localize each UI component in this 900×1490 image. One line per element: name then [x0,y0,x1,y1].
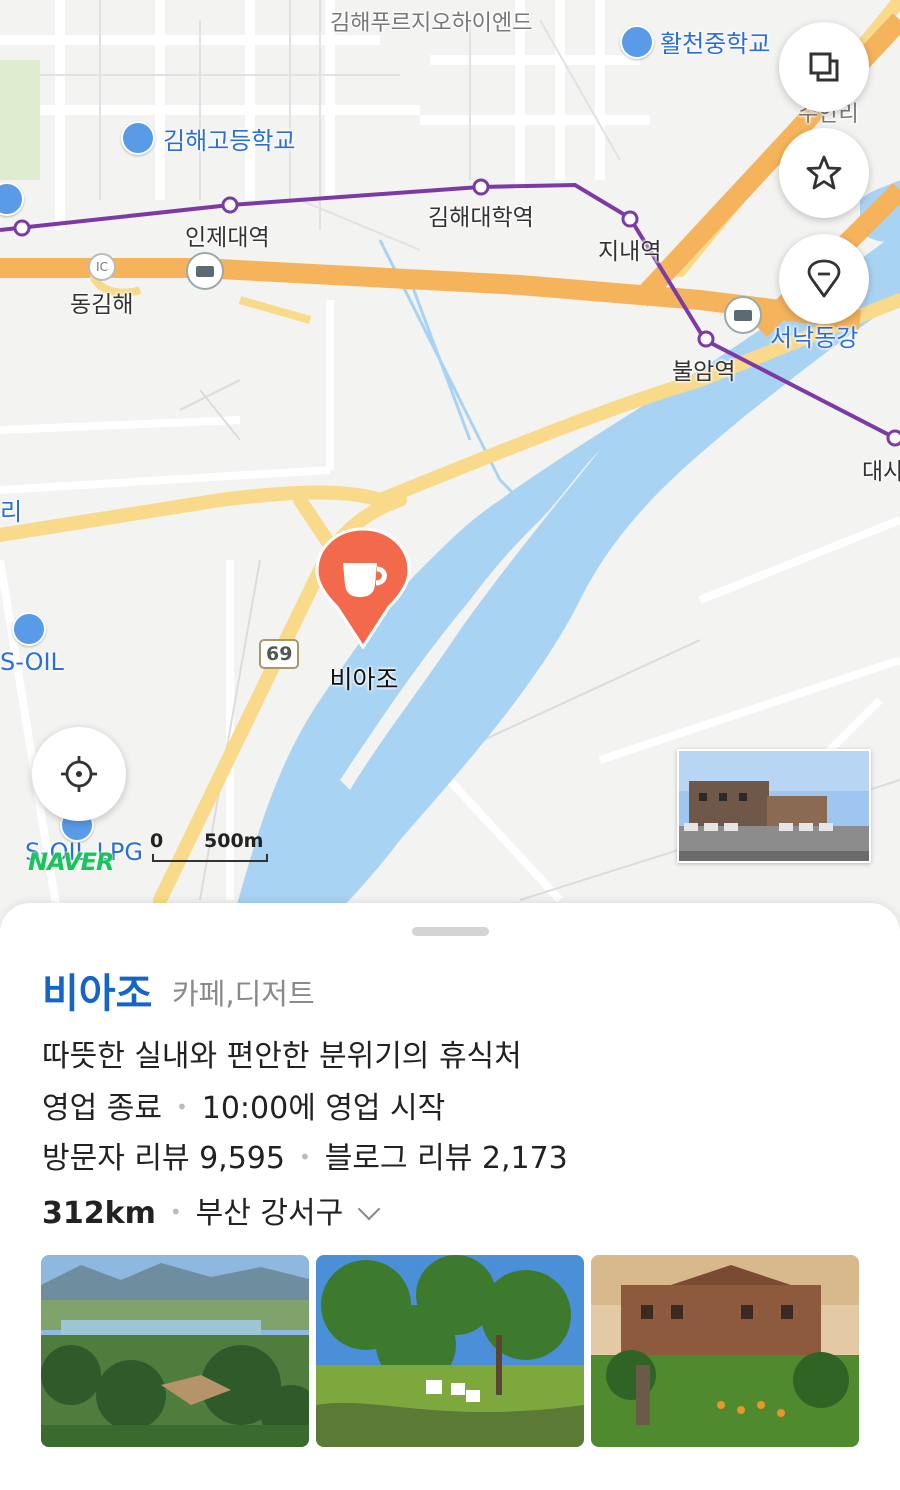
ic-badge: IC [88,253,116,281]
scale-zero: 0 [150,830,164,852]
business-hours: 10:00에 영업 시작 [201,1091,446,1126]
street-view-thumbnail[interactable] [677,749,871,863]
place-info-sheet[interactable]: 비아조 카페,디저트 따뜻한 실내와 편안한 분위기의 휴식처 영업 종료 • 10… [0,903,900,1490]
place-name[interactable]: 비아조 [42,961,152,1019]
scale-bar [152,854,268,862]
traffic-camera-icon[interactable] [724,296,762,334]
star-icon [806,155,842,190]
separator-dot: • [298,1145,311,1169]
map-label-outlet: 김해푸르지오하이엔드 [330,11,533,36]
route-69-badge: 69 [259,639,300,669]
traffic-camera-icon[interactable] [186,252,224,290]
lawn-chairs-photo [316,1255,584,1447]
place-photo-2[interactable] [316,1255,584,1447]
gas-station-icon[interactable] [12,612,46,646]
place-photo-3[interactable] [591,1255,859,1447]
distance-address-row[interactable]: 312km • 부산 강서구 [42,1188,381,1232]
current-location-button[interactable] [32,727,126,821]
reviews-row[interactable]: 방문자 리뷰 9,595 • 블로그 리뷰 2,173 [42,1133,568,1177]
visitor-reviews-count: 9,595 [199,1141,285,1176]
naver-logo: NAVER [28,848,114,876]
business-status: 영업 종료 [42,1091,162,1126]
place-photo-1[interactable] [41,1255,309,1447]
marker-label: 비아조 [329,665,399,694]
chevron-down-icon[interactable] [357,1197,381,1221]
favorite-button[interactable] [779,128,869,218]
map-label-inje-station: 인제대역 [185,225,270,251]
map-label-daesa: 대사 [862,459,900,485]
visitor-reviews-label: 방문자 리뷰 [42,1141,190,1176]
map-label-high-school: 김해고등학교 [163,127,296,155]
building-exterior-photo [591,1255,859,1447]
map-label-gimhae-univ-station: 김해대학역 [428,205,534,231]
school-poi-icon[interactable] [620,25,654,59]
place-description: 따뜻한 실내와 편안한 분위기의 휴식처 [42,1039,522,1074]
blog-reviews-count: 2,173 [481,1141,568,1176]
layers-icon [809,52,839,82]
distance: 312km [42,1196,156,1231]
map-label-dong-gimhae: 동김해 [70,292,134,318]
map-label-jinae-station: 지내역 [598,239,662,265]
location-pin-icon [807,259,841,298]
garden-view-photo [41,1255,309,1447]
street-view-image [679,751,869,861]
map-view[interactable]: IC 69 김해푸르지오하이엔드 활천중학교 김해고등학교 인제대역 김해대학역… [0,0,900,930]
place-category: 카페,디저트 [172,977,315,1011]
scale-distance: 500m [204,830,264,852]
crosshair-icon [61,756,97,792]
school-poi-icon[interactable] [121,121,155,155]
map-label-left-edge: 리 [0,498,23,526]
map-label-seonakdong: 서낙동강 [770,324,859,352]
location-pin-button[interactable] [779,234,869,324]
map-label-middle-school: 활천중학교 [660,30,771,58]
map-label-buram-station: 불암역 [672,359,736,385]
separator-dot: • [169,1200,182,1224]
separator-dot: • [175,1095,188,1119]
address: 부산 강서구 [195,1196,344,1231]
cafe-marker-icon[interactable] [315,527,411,649]
layers-button[interactable] [779,22,869,112]
sheet-drag-handle[interactable] [412,927,489,936]
map-label-s-oil: S-OIL [0,648,64,676]
map-scale: 0 500m [150,830,270,864]
blog-reviews-label: 블로그 리뷰 [324,1141,473,1176]
business-hours-row[interactable]: 영업 종료 • 10:00에 영업 시작 [42,1083,445,1127]
